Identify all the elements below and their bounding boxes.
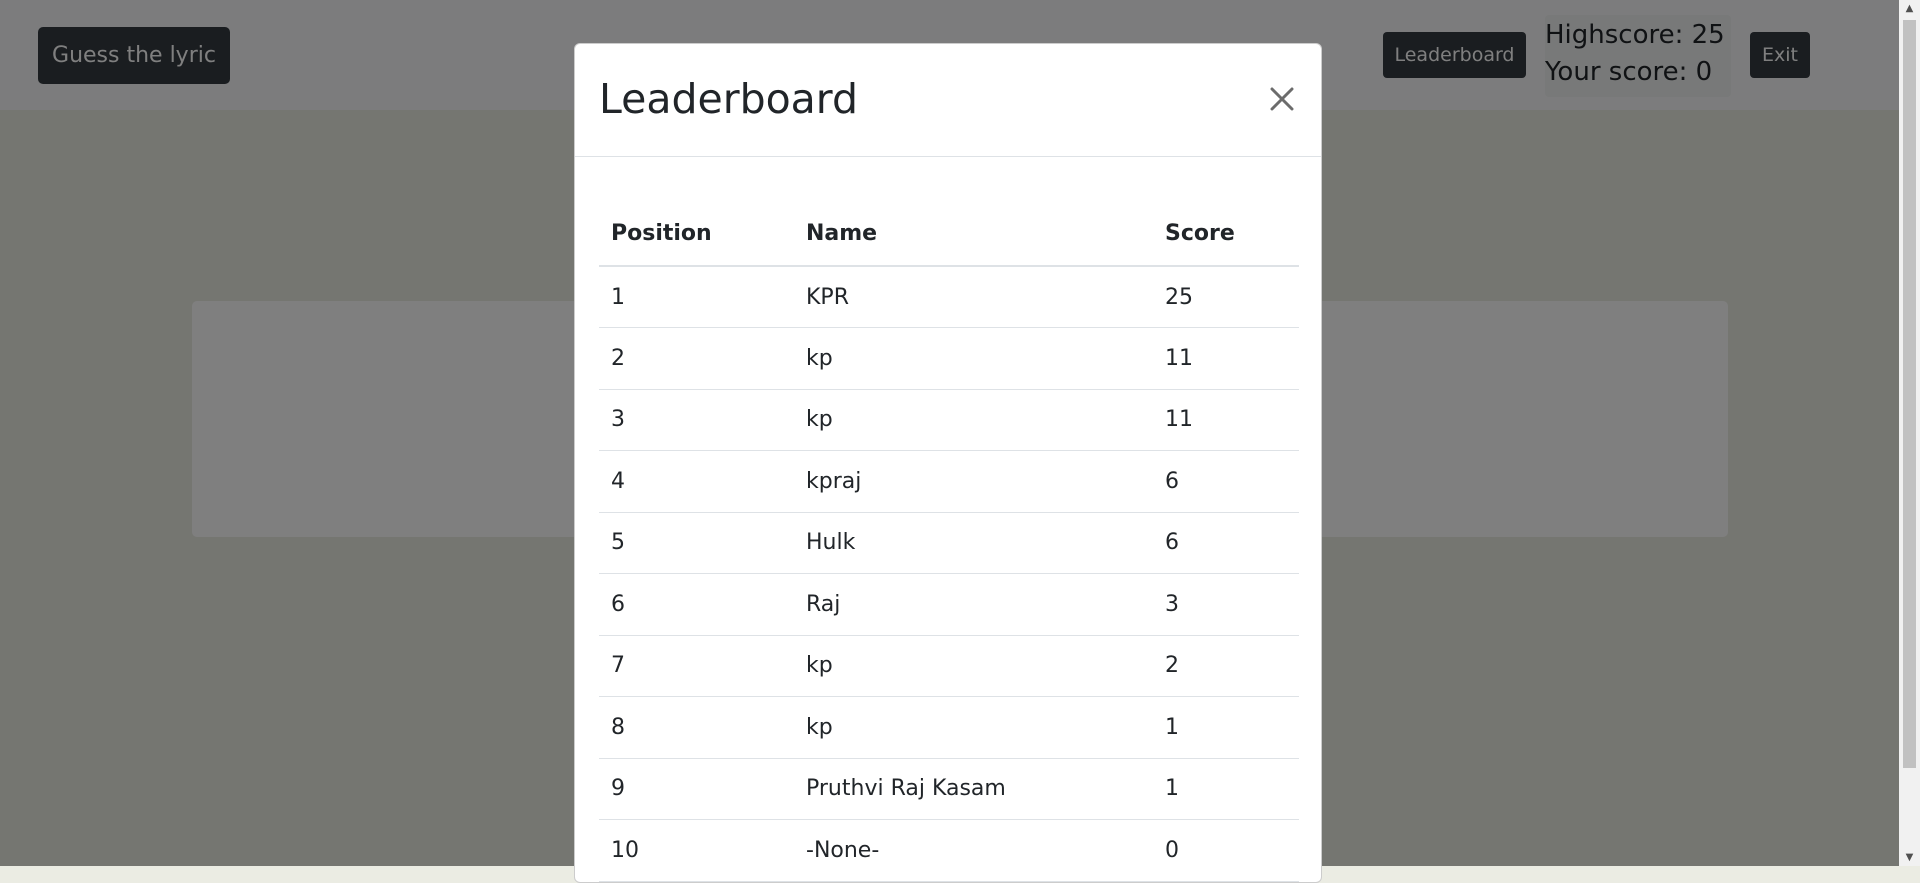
cell-position: 3 bbox=[599, 389, 794, 451]
cell-name: Hulk bbox=[794, 512, 1153, 574]
scroll-down-arrow-icon[interactable]: ▼ bbox=[1899, 849, 1920, 866]
cell-position: 5 bbox=[599, 512, 794, 574]
header-name: Name bbox=[794, 181, 1153, 267]
table-row: 6 Raj 3 bbox=[599, 573, 1299, 636]
close-button[interactable] bbox=[1263, 80, 1301, 118]
cell-score: 2 bbox=[1153, 635, 1299, 697]
modal-header: Leaderboard bbox=[575, 44, 1321, 157]
cell-name: kp bbox=[794, 389, 1153, 451]
cell-name: Raj bbox=[794, 573, 1153, 636]
cell-score: 11 bbox=[1153, 327, 1299, 390]
cell-name: -None- bbox=[794, 819, 1153, 882]
cell-position: 9 bbox=[599, 758, 794, 820]
cell-name: Pruthvi Raj Kasam bbox=[794, 758, 1153, 820]
cell-score: 25 bbox=[1153, 266, 1299, 328]
leaderboard-modal: Leaderboard Position Name Score 1 KPR 25… bbox=[574, 43, 1322, 883]
vertical-scrollbar[interactable]: ▲ ▼ bbox=[1899, 0, 1920, 866]
cell-score: 3 bbox=[1153, 573, 1299, 636]
table-row: 4 kpraj 6 bbox=[599, 450, 1299, 513]
scroll-thumb[interactable] bbox=[1903, 20, 1916, 768]
cell-position: 7 bbox=[599, 635, 794, 697]
cell-score: 1 bbox=[1153, 696, 1299, 759]
table-row: 1 KPR 25 bbox=[599, 266, 1299, 328]
cell-score: 6 bbox=[1153, 450, 1299, 513]
cell-name: KPR bbox=[794, 266, 1153, 328]
close-icon bbox=[1270, 87, 1294, 111]
cell-position: 1 bbox=[599, 266, 794, 328]
table-row: 7 kp 2 bbox=[599, 635, 1299, 697]
header-score: Score bbox=[1153, 181, 1299, 267]
modal-body: Position Name Score 1 KPR 25 2 kp 11 3 k… bbox=[575, 157, 1321, 882]
cell-score: 1 bbox=[1153, 758, 1299, 820]
header-position: Position bbox=[599, 181, 794, 267]
table-row: 2 kp 11 bbox=[599, 327, 1299, 390]
cell-score: 6 bbox=[1153, 512, 1299, 574]
cell-name: kp bbox=[794, 696, 1153, 759]
cell-position: 4 bbox=[599, 450, 794, 513]
cell-name: kp bbox=[794, 635, 1153, 697]
cell-name: kp bbox=[794, 327, 1153, 390]
leaderboard-table: Position Name Score 1 KPR 25 2 kp 11 3 k… bbox=[599, 181, 1299, 882]
table-row: 8 kp 1 bbox=[599, 696, 1299, 759]
cell-name: kpraj bbox=[794, 450, 1153, 513]
cell-score: 11 bbox=[1153, 389, 1299, 451]
cell-position: 10 bbox=[599, 819, 794, 882]
scroll-up-arrow-icon[interactable]: ▲ bbox=[1899, 0, 1920, 17]
table-row: 5 Hulk 6 bbox=[599, 512, 1299, 574]
cell-position: 2 bbox=[599, 327, 794, 390]
table-header-row: Position Name Score bbox=[599, 181, 1299, 267]
cell-position: 6 bbox=[599, 573, 794, 636]
table-row: 10 -None- 0 bbox=[599, 819, 1299, 882]
modal-title: Leaderboard bbox=[599, 75, 858, 123]
table-row: 3 kp 11 bbox=[599, 389, 1299, 451]
table-row: 9 Pruthvi Raj Kasam 1 bbox=[599, 758, 1299, 820]
cell-score: 0 bbox=[1153, 819, 1299, 882]
cell-position: 8 bbox=[599, 696, 794, 759]
